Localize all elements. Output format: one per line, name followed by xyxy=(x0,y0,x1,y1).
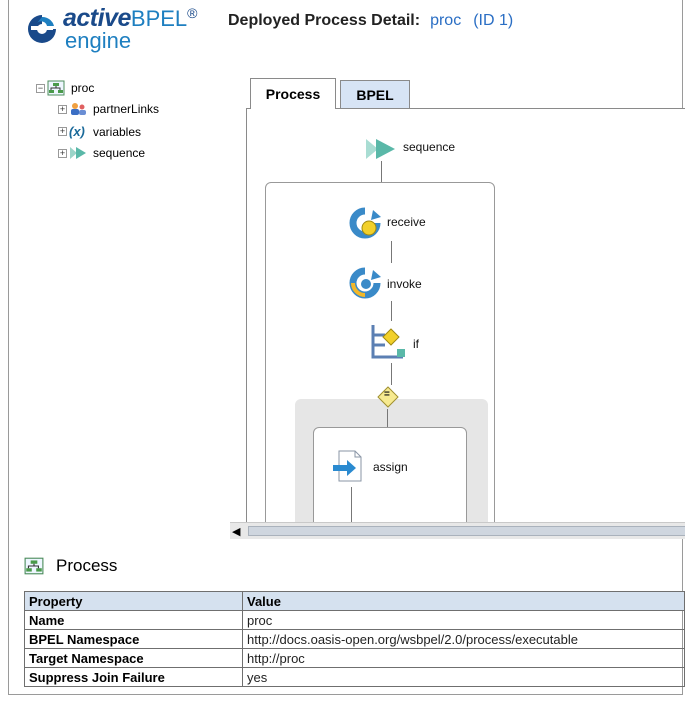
receive-icon[interactable] xyxy=(347,207,383,239)
connector-line xyxy=(381,161,382,182)
connector-arrow xyxy=(391,241,392,263)
section-title-text: Process xyxy=(56,556,118,575)
tree-label-sequence: sequence xyxy=(93,146,146,160)
process-icon xyxy=(24,557,44,575)
activity-label-invoke: invoke xyxy=(387,277,422,291)
tab-bpel[interactable]: BPEL xyxy=(340,80,410,108)
table-row: Target Namespace http://proc xyxy=(24,648,685,668)
table-header-row: Property Value xyxy=(24,591,685,611)
horizontal-scrollbar[interactable]: ◀ xyxy=(230,522,685,539)
tree-node-variables[interactable]: + (x) variables xyxy=(58,124,141,139)
property-name: Name xyxy=(24,610,243,630)
properties-table: Property Value Name proc BPEL Namespace … xyxy=(24,591,685,687)
connector-arrow xyxy=(391,301,392,321)
tab-process[interactable]: Process xyxy=(250,78,336,109)
activity-label-assign: assign xyxy=(373,460,408,474)
activity-label-receive: receive xyxy=(387,215,426,229)
assign-icon[interactable] xyxy=(331,449,365,483)
property-value: http://proc xyxy=(242,648,685,668)
property-value: yes xyxy=(242,667,685,687)
table-row: Suppress Join Failure yes xyxy=(24,667,685,687)
tree-label-partnerlinks: partnerLinks xyxy=(93,102,160,116)
variables-icon: (x) xyxy=(69,124,85,139)
connector-arrow xyxy=(351,487,352,523)
tree-node-proc[interactable]: − proc xyxy=(36,80,94,96)
property-name: Target Namespace xyxy=(24,648,243,668)
property-value: http://docs.oasis-open.org/wsbpel/2.0/pr… xyxy=(242,629,685,649)
expand-icon[interactable]: + xyxy=(58,127,67,136)
page-title-label: Deployed Process Detail: xyxy=(228,12,421,29)
tree-label-proc: proc xyxy=(71,81,95,95)
logo-engine-text: engine xyxy=(65,28,132,53)
activebpel-logo: activeBPEL® engine xyxy=(25,6,215,52)
process-icon xyxy=(47,80,65,96)
column-header-property: Property xyxy=(24,591,243,611)
expand-icon[interactable]: + xyxy=(58,104,67,114)
process-id-link[interactable]: (ID 1) xyxy=(473,12,513,29)
tree-node-sequence[interactable]: + sequence xyxy=(58,146,145,160)
tree-node-partnerlinks[interactable]: + partnerLinks xyxy=(58,102,159,116)
scroll-left-icon[interactable]: ◀ xyxy=(232,525,240,538)
property-value: proc xyxy=(242,610,685,630)
property-name: Suppress Join Failure xyxy=(24,667,243,687)
activity-label-if: if xyxy=(413,337,419,351)
logo-bpel-text: BPEL xyxy=(130,6,188,31)
table-row: Name proc xyxy=(24,610,685,630)
sequence-icon[interactable] xyxy=(365,137,397,161)
activebpel-logo-icon xyxy=(28,15,56,43)
sequence-icon xyxy=(70,147,86,159)
connector-line xyxy=(391,363,392,385)
activity-label-sequence: sequence xyxy=(403,140,456,154)
table-row: BPEL Namespace http://docs.oasis-open.or… xyxy=(24,629,685,649)
page-title: Deployed Process Detail: proc (ID 1) xyxy=(228,12,513,30)
if-icon[interactable] xyxy=(369,323,407,361)
partner-links-icon xyxy=(71,103,86,115)
property-name: BPEL Namespace xyxy=(24,629,243,649)
expand-icon[interactable]: + xyxy=(58,148,67,158)
condition-symbol: = xyxy=(384,389,390,400)
logo-registered-mark: ® xyxy=(187,5,198,21)
invoke-icon[interactable] xyxy=(347,267,383,299)
process-name-link[interactable]: proc xyxy=(430,12,461,29)
process-diagram-canvas[interactable]: sequence receive invoke if = assign xyxy=(246,108,685,523)
connector-line xyxy=(387,409,388,427)
column-header-value: Value xyxy=(242,591,685,611)
collapse-icon[interactable]: − xyxy=(36,83,45,93)
scrollbar-thumb[interactable] xyxy=(248,526,685,536)
tree-label-variables: variables xyxy=(93,124,142,139)
process-section-title: Process xyxy=(24,556,117,576)
